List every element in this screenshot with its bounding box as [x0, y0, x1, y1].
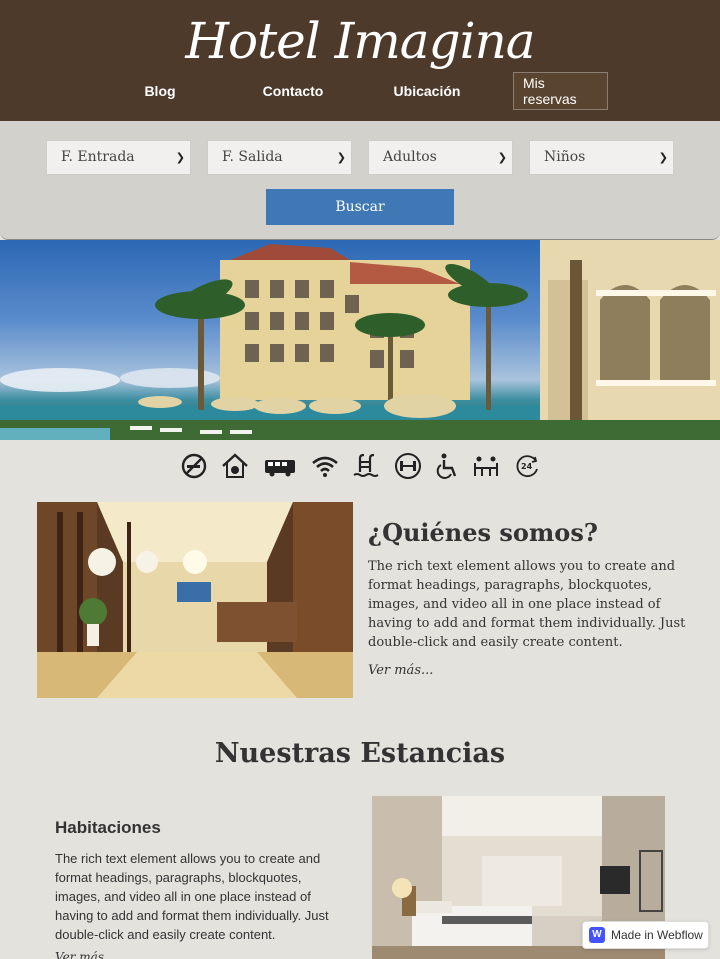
shuttle-bus-icon — [264, 452, 295, 480]
rooms-text: The rich text element allows you to crea… — [55, 851, 329, 942]
webflow-logo-icon: W — [589, 927, 605, 943]
adults-select[interactable]: Adultos ❯ — [368, 140, 513, 175]
badge-label: Made in Webflow — [611, 928, 703, 942]
stays-section-title: Nuestras Estancias — [214, 738, 506, 769]
checkout-select[interactable]: F. Salida ❯ — [207, 140, 352, 175]
pet-friendly-icon — [221, 452, 249, 480]
lobby-image — [37, 502, 353, 698]
hero-illustration — [0, 240, 720, 440]
nav-contacto[interactable]: Contacto — [262, 72, 324, 110]
gym-icon — [394, 452, 422, 480]
search-button[interactable]: Buscar — [266, 189, 454, 225]
chevron-down-icon: ❯ — [336, 151, 346, 164]
about-text: The rich text element allows you to crea… — [368, 559, 686, 650]
rooms-read-more-link[interactable]: Ver más... — [55, 950, 115, 959]
chevron-down-icon: ❯ — [658, 151, 668, 164]
svg-text:24: 24 — [521, 462, 533, 471]
pool-icon — [352, 452, 380, 480]
rooms-title: Habitaciones — [55, 818, 161, 837]
nav-blog[interactable]: Blog — [134, 72, 186, 110]
amenities-row: 24 — [0, 452, 720, 480]
brand-logo[interactable]: Hotel Imagina — [0, 2, 720, 80]
wifi-icon — [311, 452, 339, 480]
chevron-down-icon: ❯ — [175, 151, 185, 164]
about-title: ¿Quiénes somos? — [368, 518, 598, 547]
checkout-select-value: F. Salida — [222, 149, 283, 165]
about-read-more-link[interactable]: Ver más... — [368, 663, 433, 678]
made-in-webflow-badge[interactable]: W Made in Webflow — [582, 921, 709, 949]
children-select[interactable]: Niños ❯ — [529, 140, 674, 175]
booking-search-panel: F. Entrada ❯ F. Salida ❯ Adultos ❯ Niños… — [0, 121, 720, 240]
restaurant-icon — [471, 452, 499, 480]
accessible-icon — [435, 452, 463, 480]
site-header: Hotel Imagina Blog Contacto Ubicación Mi… — [0, 0, 720, 121]
checkin-select-value: F. Entrada — [61, 149, 135, 165]
hero-hotel-image — [0, 240, 720, 440]
no-smoking-icon — [180, 452, 208, 480]
children-select-value: Niños — [544, 149, 586, 165]
nav-ubicacion[interactable]: Ubicación — [393, 72, 461, 110]
adults-select-value: Adultos — [383, 149, 437, 165]
chevron-down-icon: ❯ — [497, 151, 507, 164]
nav-mis-reservas[interactable]: Mis reservas — [513, 72, 608, 110]
checkin-select[interactable]: F. Entrada ❯ — [46, 140, 191, 175]
24h-service-icon: 24 — [514, 452, 542, 480]
